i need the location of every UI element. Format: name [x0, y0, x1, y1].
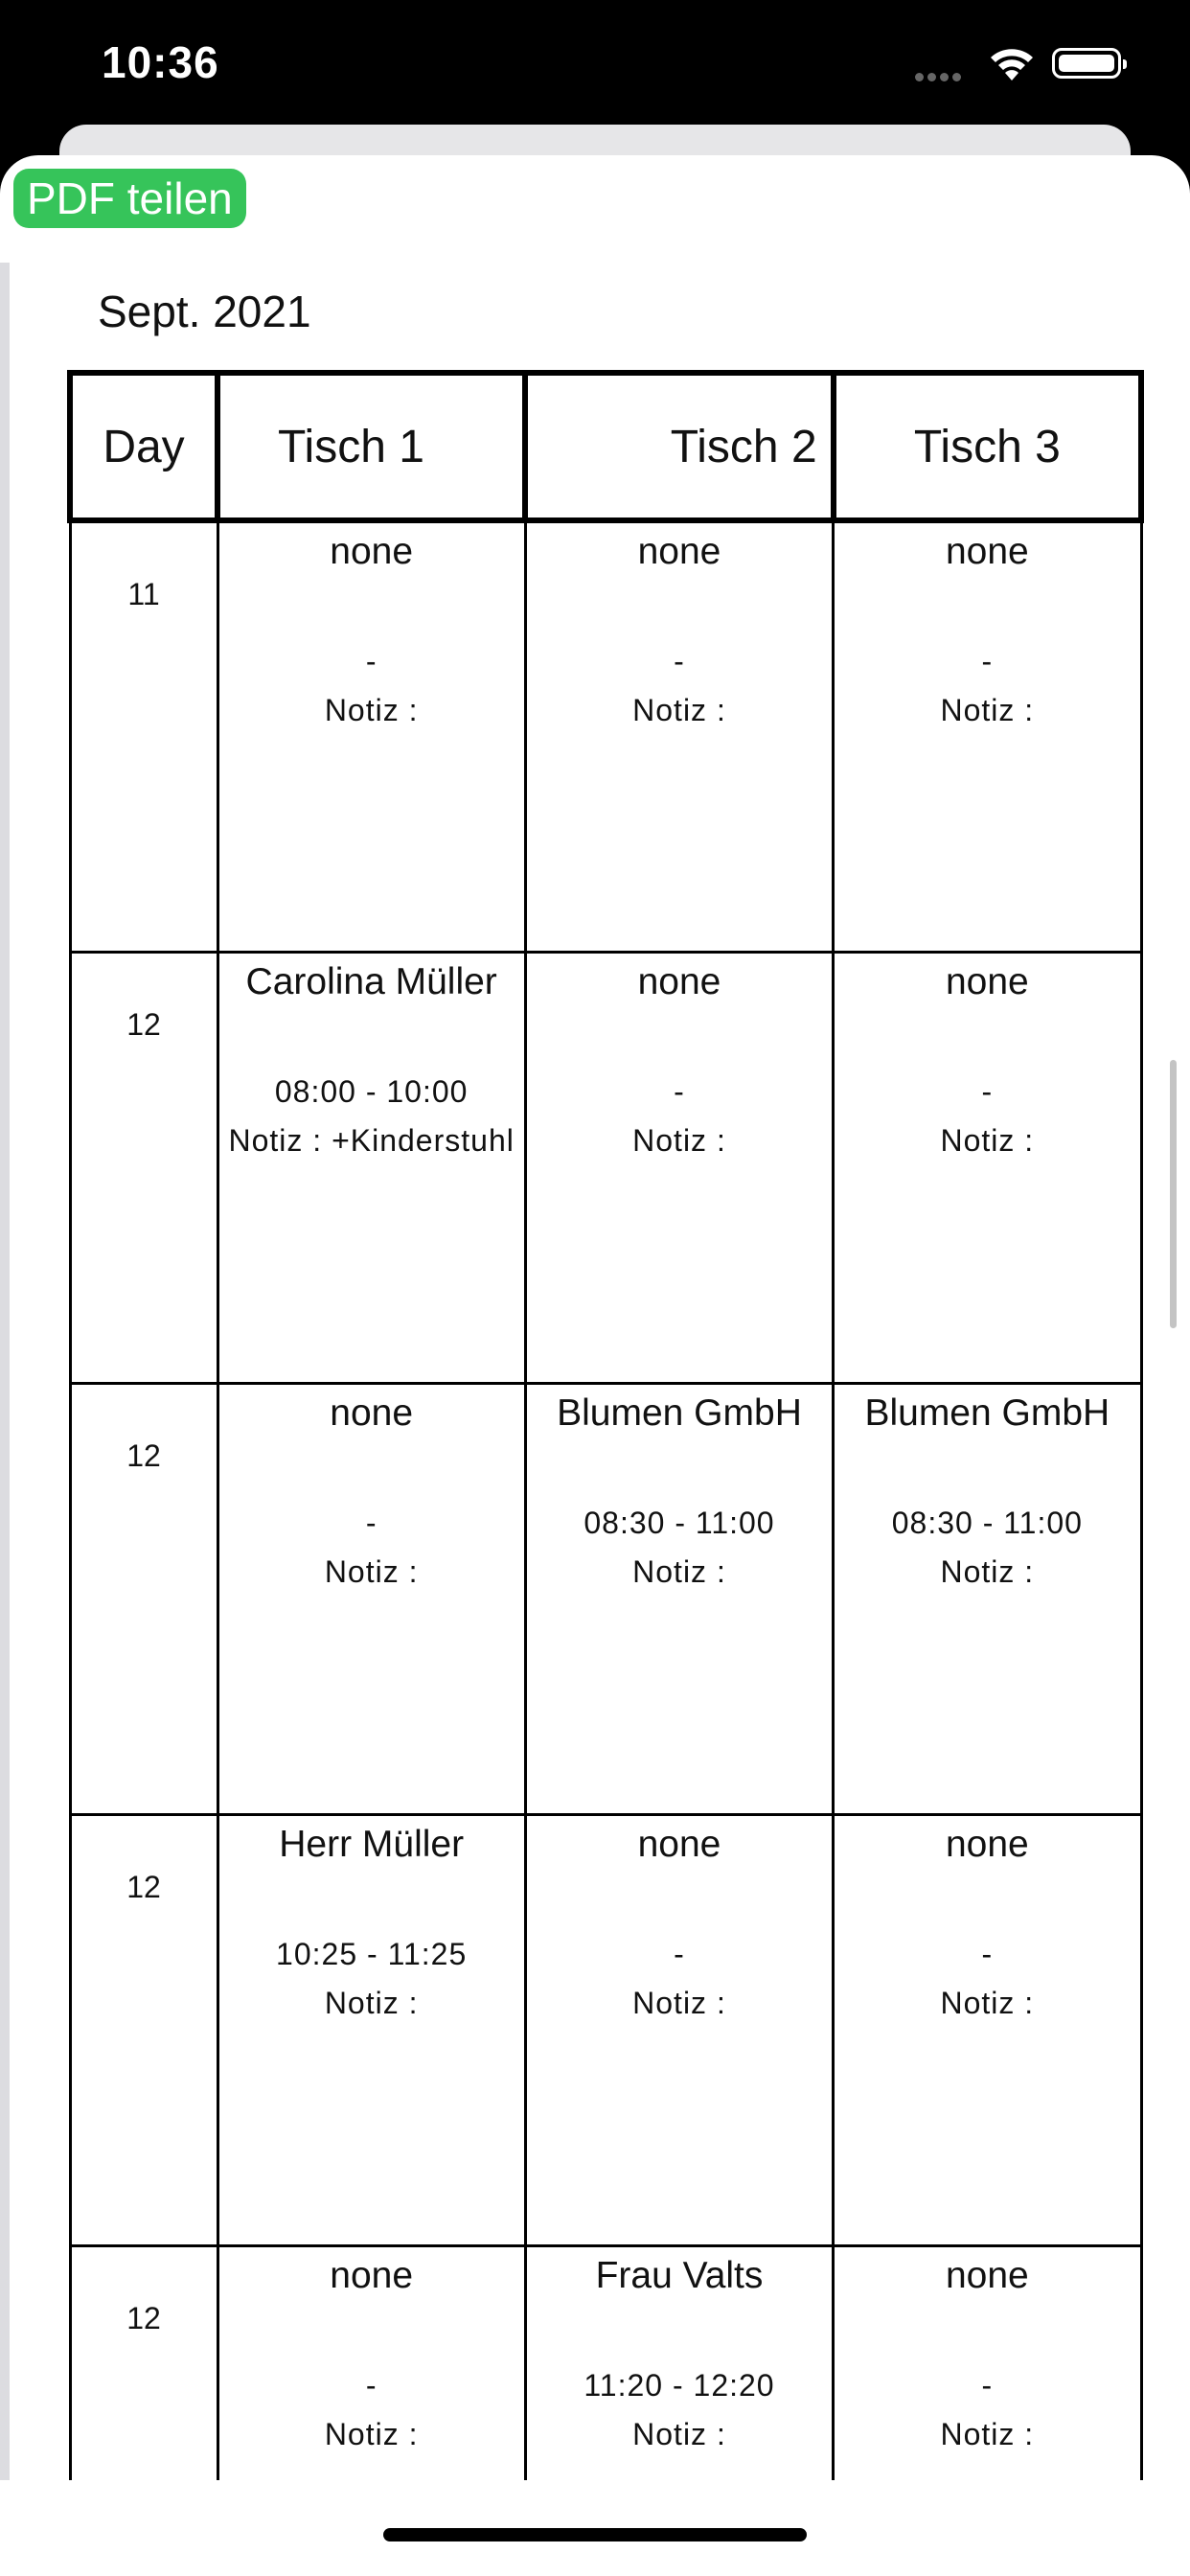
table-row: 12 none - Notiz : Frau Valts 11:20 - 12:20 N… [68, 2243, 1143, 2480]
table-row: 12 none - Notiz : Blumen GmbH 08:30 - 11:00… [68, 1381, 1143, 1816]
day-number: 12 [126, 1006, 161, 1042]
pdf-document-view[interactable]: Sept. 2021 Day Tisch 1 Tisch 2 Tisch 3 1… [0, 263, 1190, 2480]
note-text: Notiz : [632, 693, 726, 727]
note-text: Notiz : [940, 1985, 1035, 2020]
time-range: - [981, 644, 994, 678]
guest-name: none [945, 531, 1029, 572]
reservation-cell: none - Notiz : [832, 518, 1143, 954]
note-text: Notiz : [324, 1553, 419, 1589]
home-indicator-area [0, 2480, 1190, 2576]
day-cell: 12 [68, 950, 219, 1385]
note-text: Notiz : [632, 2416, 726, 2451]
time-range: - [365, 1505, 378, 1540]
note-text: Notiz : [940, 1553, 1035, 1589]
reservation-cell: none - Notiz : [832, 950, 1143, 1385]
guest-name: Carolina Müller [245, 960, 497, 1002]
wifi-icon [987, 44, 1037, 87]
scroll-indicator[interactable] [1170, 1060, 1177, 1328]
column-header-day: Day [67, 370, 220, 523]
table-header-row: Day Tisch 1 Tisch 2 Tisch 3 [67, 370, 1145, 523]
reservation-cell: none - Notiz : [216, 518, 527, 954]
column-header-tisch-1: Tisch 1 [214, 370, 529, 523]
day-cell: 12 [68, 2243, 219, 2480]
day-cell: 11 [68, 518, 219, 954]
time-range: 11:20 - 12:20 [584, 2367, 775, 2403]
note-text: Notiz : [632, 1985, 726, 2020]
note-text: Notiz : [940, 693, 1035, 727]
reservation-cell: Carolina Müller 08:00 - 10:00 Notiz : +Kin… [216, 950, 527, 1385]
guest-name: Frau Valts [595, 2254, 764, 2296]
guest-name: none [637, 531, 721, 572]
status-time: 10:36 [102, 37, 219, 87]
time-range: - [674, 644, 685, 678]
guest-name: none [330, 531, 414, 572]
reservation-cell: Herr Müller 10:25 - 11:25 Notiz : [216, 1812, 527, 2247]
guest-name: Blumen GmbH [864, 1392, 1110, 1434]
note-text: Notiz : [940, 2416, 1035, 2451]
time-range: 08:00 - 10:00 [274, 1073, 469, 1109]
note-text: Notiz : [632, 1553, 726, 1589]
guest-name: none [945, 1823, 1029, 1865]
time-range: - [365, 2367, 378, 2403]
time-range: - [674, 1936, 685, 1971]
note-text: Notiz : [324, 1985, 419, 2020]
time-range: - [365, 644, 378, 678]
time-range: - [981, 2367, 994, 2403]
home-indicator[interactable] [383, 2528, 807, 2542]
guest-name: none [945, 960, 1029, 1002]
day-number: 12 [126, 2300, 161, 2335]
reservation-cell: Blumen GmbH 08:30 - 11:00 Notiz : [523, 1381, 835, 1816]
reservation-cell: none - Notiz : [216, 2243, 527, 2480]
reservation-cell: none - Notiz : [523, 1812, 835, 2247]
document-edge [0, 263, 10, 2480]
note-text: Notiz : [324, 693, 419, 727]
share-pdf-button[interactable]: PDF teilen [13, 169, 246, 228]
pdf-preview-sheet: PDF teilen Sept. 2021 Day Tisch 1 Tisch … [0, 155, 1190, 2576]
reservation-cell: none - Notiz : [832, 2243, 1143, 2480]
guest-name: none [330, 2254, 414, 2296]
note-text: Notiz : +Kinderstuhl [228, 1122, 515, 1158]
battery-icon [1052, 48, 1127, 79]
table-row: 12 Herr Müller 10:25 - 11:25 Notiz : none -… [68, 1812, 1143, 2247]
time-range: 10:25 - 11:25 [276, 1936, 468, 1971]
time-range: - [981, 1936, 994, 1971]
guest-name: none [330, 1392, 414, 1434]
day-number: 12 [126, 1869, 161, 1904]
reservation-table: Day Tisch 1 Tisch 2 Tisch 3 11 none - Noti… [67, 370, 1145, 2480]
day-cell: 12 [68, 1381, 219, 1816]
note-text: Notiz : [940, 1122, 1035, 1158]
guest-name: none [637, 1823, 721, 1865]
month-title: Sept. 2021 [98, 287, 311, 336]
reservation-cell: none - Notiz : [523, 950, 835, 1385]
table-row: 11 none - Notiz : none - Notiz : none - Notiz … [68, 518, 1143, 954]
guest-name: none [637, 960, 721, 1002]
time-range: - [981, 1073, 994, 1109]
time-range: - [674, 1073, 685, 1109]
reservation-cell: none - Notiz : [216, 1381, 527, 1816]
time-range: 08:30 - 11:00 [584, 1505, 775, 1540]
guest-name: none [945, 2254, 1029, 2296]
guest-name: Herr Müller [279, 1823, 465, 1865]
reservation-cell: none - Notiz : [523, 518, 835, 954]
guest-name: Blumen GmbH [557, 1392, 802, 1434]
day-number: 11 [127, 577, 160, 611]
cellular-signal-icon [915, 69, 965, 86]
note-text: Notiz : [324, 2416, 419, 2451]
column-header-tisch-2: Tisch 2 [522, 370, 836, 523]
column-header-tisch-3: Tisch 3 [830, 370, 1145, 523]
note-text: Notiz : [632, 1122, 726, 1158]
time-range: 08:30 - 11:00 [891, 1505, 1083, 1540]
reservation-cell: none - Notiz : [832, 1812, 1143, 2247]
day-number: 12 [126, 1438, 161, 1473]
reservation-cell: Blumen GmbH 08:30 - 11:00 Notiz : [832, 1381, 1143, 1816]
reservation-cell: Frau Valts 11:20 - 12:20 Notiz : [523, 2243, 835, 2480]
day-cell: 12 [68, 1812, 219, 2247]
table-row: 12 Carolina Müller 08:00 - 10:00 Notiz : +… [68, 950, 1143, 1385]
status-bar: 10:36 [0, 0, 1190, 125]
